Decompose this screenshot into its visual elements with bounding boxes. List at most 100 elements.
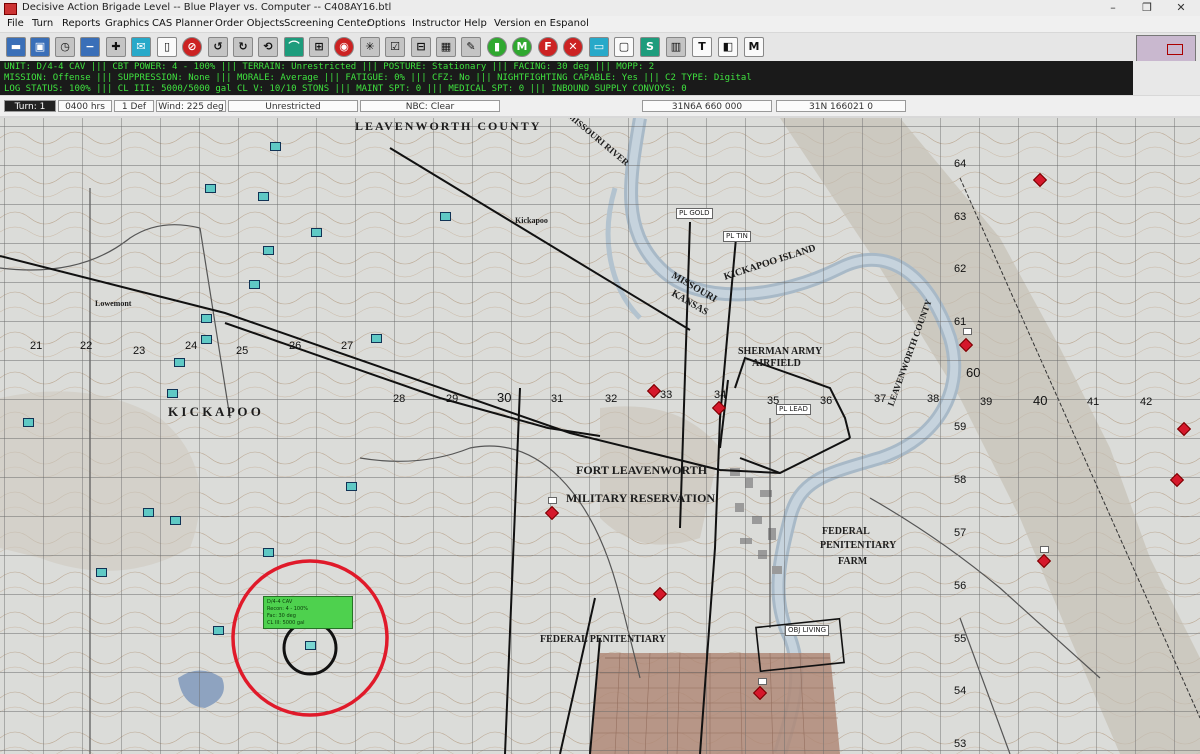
flag-icon[interactable]: ▮ <box>487 37 507 57</box>
grid-col-27: 27 <box>341 340 353 352</box>
order-icon[interactable]: ⊟ <box>411 37 431 57</box>
save-icon[interactable]: ▣ <box>30 37 50 57</box>
objective-label[interactable]: OBJ LIVING <box>785 625 830 636</box>
grid-icon[interactable]: ⊞ <box>309 37 329 57</box>
info-bar: Turn: 1 0400 hrs 1 Def Wind: 225 deg Unr… <box>0 96 1200 116</box>
grid-col-23: 23 <box>133 345 145 357</box>
friendly-unit[interactable] <box>143 508 154 517</box>
menu-cas-planner[interactable]: CAS Planner <box>152 16 213 32</box>
label-leavenworth-county: LEAVENWORTH COUNTY <box>355 119 541 133</box>
minus-icon[interactable]: − <box>80 37 100 57</box>
open-icon[interactable]: ▬ <box>6 37 26 57</box>
coordinate-field-1: 31N6A 660 000 <box>642 100 772 112</box>
panel-icon[interactable]: ▭ <box>589 37 609 57</box>
map-canvas[interactable]: 21 22 23 24 25 26 27 28 29 30 31 32 33 3… <box>0 118 1200 754</box>
enemy-unit-tag <box>548 497 557 504</box>
friendly-unit[interactable] <box>205 184 216 193</box>
message-icon[interactable]: ✉ <box>131 37 151 57</box>
blank-icon[interactable]: ▢ <box>614 37 634 57</box>
menu-version-espanol[interactable]: Version en Espanol <box>494 16 589 32</box>
label-airfield: AIRFIELD <box>752 358 801 369</box>
label-kickapoo: K I C K A P O O <box>168 404 261 419</box>
menu-instructor[interactable]: Instructor <box>412 16 461 32</box>
menu-reports[interactable]: Reports <box>62 16 100 32</box>
check-icon[interactable]: ☑ <box>385 37 405 57</box>
friendly-unit[interactable] <box>263 246 274 255</box>
grid-row-57: 57 <box>954 527 966 539</box>
grid-row-63: 63 <box>954 211 966 223</box>
label-sherman-army: SHERMAN ARMY <box>738 346 823 357</box>
rotate-icon[interactable]: ⟲ <box>258 37 278 57</box>
friendly-unit[interactable] <box>201 335 212 344</box>
label-military-reservation: MILITARY RESERVATION <box>566 491 715 505</box>
friendly-unit[interactable] <box>440 212 451 221</box>
grid-col-33: 33 <box>660 389 672 401</box>
menu-options[interactable]: Options <box>367 16 406 32</box>
friendly-unit[interactable] <box>263 548 274 557</box>
pencil-icon[interactable]: ✎ <box>461 37 481 57</box>
phase-line-tin-label[interactable]: PL TIN <box>723 231 751 242</box>
grid-col-37: 37 <box>874 393 886 405</box>
grid-col-26: 26 <box>289 340 301 352</box>
menu-graphics[interactable]: Graphics <box>105 16 149 32</box>
bold-m-icon[interactable]: M <box>744 37 764 57</box>
friendly-unit[interactable] <box>170 516 181 525</box>
grid-row-56: 56 <box>954 580 966 592</box>
target-icon[interactable]: ◉ <box>334 37 354 57</box>
clock-icon[interactable]: ◷ <box>55 37 75 57</box>
menu-order-objects[interactable]: Order Objects <box>215 16 284 32</box>
selected-unit-popup[interactable]: D/4-4 CAV Recon: 4 - 100% Fac: 30 deg CL… <box>263 596 353 629</box>
time-field: 0400 hrs <box>58 100 112 112</box>
friendly-unit[interactable] <box>96 568 107 577</box>
no-fire-icon[interactable]: ⊘ <box>182 37 202 57</box>
undo-icon[interactable]: ↺ <box>208 37 228 57</box>
friendly-unit[interactable] <box>270 142 281 151</box>
friendly-unit[interactable] <box>311 228 322 237</box>
popup-line-2: Recon: 4 - 100% <box>267 606 309 612</box>
menu-bar: File Turn Reports Graphics CAS Planner O… <box>0 16 1200 32</box>
restore-button[interactable]: ❐ <box>1132 0 1162 16</box>
grid-col-36: 36 <box>820 395 832 407</box>
table-icon[interactable]: ▦ <box>436 37 456 57</box>
window-title: Decisive Action Brigade Level -- Blue Pl… <box>22 2 392 13</box>
application-window: Decisive Action Brigade Level -- Blue Pl… <box>0 0 1200 754</box>
crosshair-icon[interactable]: ✚ <box>106 37 126 57</box>
close-button[interactable]: ✕ <box>1166 0 1196 16</box>
friendly-unit[interactable] <box>23 418 34 427</box>
friendly-unit[interactable] <box>249 280 260 289</box>
friendly-unit[interactable] <box>258 192 269 201</box>
friendly-unit[interactable] <box>174 358 185 367</box>
enemy-unit-tag <box>1040 546 1049 553</box>
friendly-unit[interactable] <box>167 389 178 398</box>
friendly-unit[interactable] <box>346 482 357 491</box>
no-comm-icon[interactable]: ◧ <box>718 37 738 57</box>
phase-line-gold-label[interactable]: PL GOLD <box>676 208 713 219</box>
chart-icon[interactable]: ▥ <box>666 37 686 57</box>
tactical-map[interactable]: 21 22 23 24 25 26 27 28 29 30 31 32 33 3… <box>0 118 1200 754</box>
terrain-icon[interactable]: ⌒ <box>284 37 304 57</box>
label-federal: FEDERAL <box>822 526 870 537</box>
burst-icon[interactable]: ✳ <box>360 37 380 57</box>
menu-turn[interactable]: Turn <box>32 16 53 32</box>
minimize-button[interactable]: – <box>1098 0 1128 16</box>
friendly-unit[interactable] <box>213 626 224 635</box>
phone-icon[interactable]: ▯ <box>157 37 177 57</box>
grid-col-41: 41 <box>1087 396 1099 408</box>
label-penitentiary: PENITENTIARY <box>820 540 897 551</box>
f-red-icon[interactable]: F <box>538 37 558 57</box>
friendly-unit[interactable] <box>201 314 212 323</box>
phase-line-lead-label[interactable]: PL LEAD <box>776 404 811 415</box>
s-icon[interactable]: S <box>640 37 660 57</box>
menu-help[interactable]: Help <box>464 16 487 32</box>
friendly-unit[interactable] <box>371 334 382 343</box>
t-icon[interactable]: T <box>692 37 712 57</box>
redo-icon[interactable]: ↻ <box>233 37 253 57</box>
minimap[interactable] <box>1136 35 1196 62</box>
menu-screening-center[interactable]: Screening Center <box>284 16 371 32</box>
selected-friendly-unit[interactable] <box>305 641 316 650</box>
m-green-icon[interactable]: M <box>512 37 532 57</box>
nbc-field: NBC: Clear <box>360 100 500 112</box>
cancel-icon[interactable]: ✕ <box>563 37 583 57</box>
wind-field: Wind: 225 deg <box>156 100 226 112</box>
menu-file[interactable]: File <box>7 16 24 32</box>
